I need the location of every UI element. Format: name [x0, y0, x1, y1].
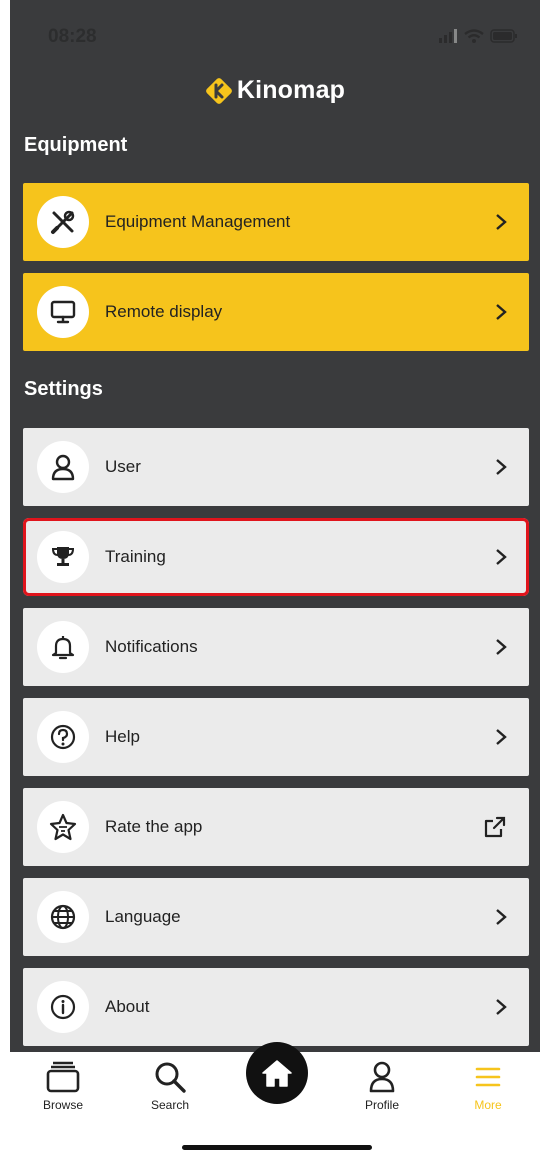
bell-icon [51, 636, 75, 660]
monitor-icon [50, 300, 76, 324]
rate-the-app-label: Rate the app [105, 817, 203, 836]
settings-section-title: Settings [24, 378, 103, 400]
equipment-management-item[interactable]: Equipment Management [23, 183, 529, 261]
user-icon [51, 454, 75, 481]
globe-icon [50, 904, 76, 930]
home-button[interactable] [246, 1042, 308, 1104]
tab-browse[interactable]: Browse [28, 1060, 98, 1112]
settings-item-about[interactable]: About [23, 968, 529, 1046]
star-icon [49, 813, 77, 841]
settings-item-notifications[interactable]: Notifications [23, 608, 529, 686]
info-icon [50, 994, 76, 1020]
help-icon-badge [37, 711, 89, 763]
signal-icon [439, 29, 457, 43]
tab-search-label: Search [150, 1098, 190, 1112]
menu-icon [475, 1067, 501, 1087]
chevron-right-icon [495, 998, 507, 1016]
notifications-label: Notifications [105, 637, 198, 656]
equipment-icon-badge [37, 196, 89, 248]
status-icons [438, 29, 518, 43]
settings-item-user[interactable]: User [23, 428, 529, 506]
equipment-section-title: Equipment [24, 134, 128, 156]
chevron-right-icon [495, 548, 507, 566]
status-time: 08:28 [48, 26, 97, 47]
training-icon-badge [37, 531, 89, 583]
home-icon [262, 1060, 292, 1087]
notifications-icon-badge [37, 621, 89, 673]
about-label: About [105, 997, 150, 1016]
chevron-right-icon [495, 908, 507, 926]
tab-profile-label: Profile [364, 1098, 399, 1112]
tab-more-label: More [474, 1098, 502, 1112]
help-label: Help [105, 727, 140, 746]
chevron-right-icon [495, 213, 507, 231]
tab-more[interactable]: More [453, 1060, 523, 1112]
remote-display-item[interactable]: Remote display [23, 273, 529, 351]
user-label: User [105, 457, 141, 476]
logo-text: Kinomap [236, 76, 346, 104]
chevron-right-icon [495, 638, 507, 656]
battery-icon [490, 29, 517, 43]
browse-icon [46, 1061, 80, 1093]
settings-item-training[interactable]: Training [23, 518, 529, 596]
chevron-right-icon [495, 728, 507, 746]
trophy-icon [51, 547, 75, 566]
remote-display-label: Remote display [105, 302, 223, 321]
chevron-right-icon [495, 303, 507, 321]
rate-icon-badge [37, 801, 89, 853]
equipment-management-label: Equipment Management [105, 212, 291, 231]
settings-item-language[interactable]: Language [23, 878, 529, 956]
user-icon-badge [37, 441, 89, 493]
about-icon-badge [37, 981, 89, 1033]
profile-icon [369, 1061, 395, 1093]
settings-item-help[interactable]: Help [23, 698, 529, 776]
wifi-icon [464, 29, 484, 43]
home-indicator [182, 1145, 372, 1150]
chevron-right-icon [495, 458, 507, 476]
tab-profile[interactable]: Profile [347, 1060, 417, 1112]
search-icon [155, 1062, 186, 1093]
settings-item-rate-the-app[interactable]: Rate the app [23, 788, 529, 866]
bottom-tab-bar: Browse Search Profile More [10, 1042, 540, 1152]
external-link-icon [483, 815, 507, 839]
help-circle-icon [50, 724, 76, 750]
language-label: Language [105, 907, 181, 926]
tab-browse-label: Browse [42, 1098, 83, 1112]
tab-search[interactable]: Search [135, 1060, 205, 1112]
language-icon-badge [37, 891, 89, 943]
tools-icon [51, 210, 75, 234]
remote-display-icon-badge [37, 286, 89, 338]
kinomap-logo-icon [205, 77, 232, 104]
training-label: Training [105, 547, 166, 566]
app-logo: Kinomap [10, 76, 540, 105]
app-screen: 08:28 Kinomap Equipment Equipment Manage… [10, 0, 540, 1152]
